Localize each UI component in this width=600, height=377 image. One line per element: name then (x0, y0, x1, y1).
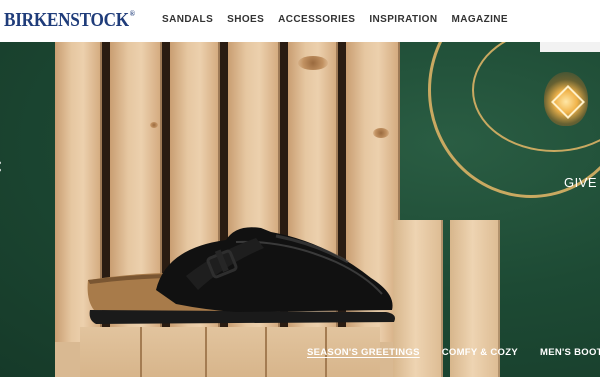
hero-promo-links: SEASON'S GREETINGS COMFY & COZY MEN'S BO… (307, 347, 600, 358)
wood-knot (150, 122, 158, 128)
chevron-left-icon[interactable]: ‹ (0, 154, 3, 179)
nav-item-accessories[interactable]: ACCESSORIES (278, 14, 355, 25)
birkenstock-logo[interactable]: BIRKENSTOCK® (4, 9, 135, 32)
block-seam (265, 327, 267, 377)
wood-knot (298, 56, 328, 70)
main-nav: SANDALS SHOES ACCESSORIES INSPIRATION MA… (162, 14, 522, 25)
block-seam (205, 327, 207, 377)
nav-item-shoes[interactable]: SHOES (227, 14, 264, 25)
nav-item-sandals[interactable]: SANDALS (162, 14, 213, 25)
site-header: BIRKENSTOCK® SANDALS SHOES ACCESSORIES I… (0, 0, 600, 42)
black-clog-shoe-image[interactable] (86, 218, 404, 328)
nav-item-magazine[interactable]: MAGAZINE (451, 14, 508, 25)
promo-link-mens-boots[interactable]: MEN'S BOOTS (540, 347, 600, 358)
hero-side-text: GIVE (564, 175, 598, 190)
promo-link-seasons-greetings[interactable]: SEASON'S GREETINGS (307, 347, 420, 358)
lamp-cap (540, 42, 600, 52)
nav-item-inspiration[interactable]: INSPIRATION (369, 14, 437, 25)
hero-banner[interactable]: ‹ GIVE SEASON'S GREETINGS COMFY & COZY M… (0, 42, 600, 377)
wood-knot (373, 128, 389, 138)
promo-link-comfy-cozy[interactable]: COMFY & COZY (442, 347, 518, 358)
block-seam (140, 327, 142, 377)
